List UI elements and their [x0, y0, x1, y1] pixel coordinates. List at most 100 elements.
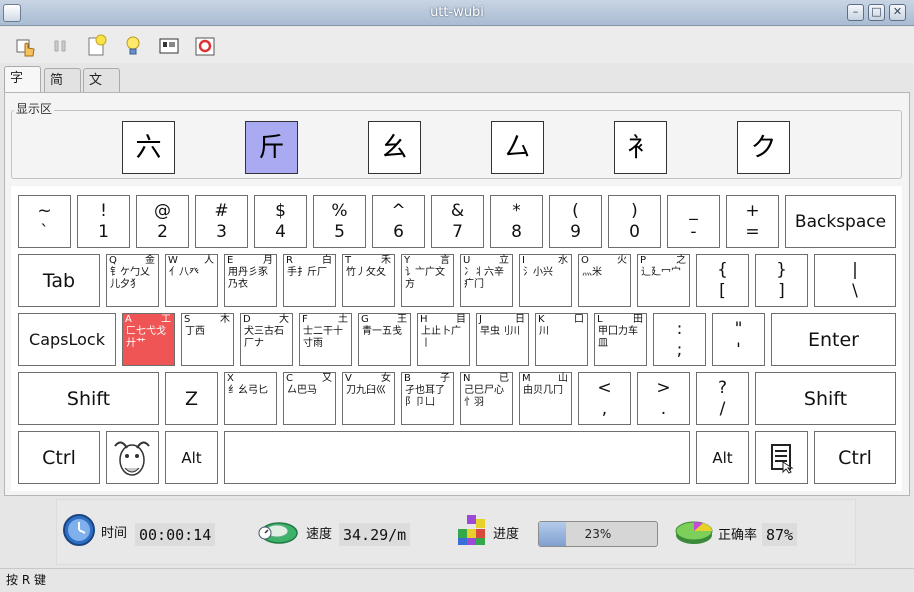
key-s[interactable]: S 木丁西 — [181, 313, 234, 366]
key-symbol: ` — [40, 221, 49, 242]
key-slash[interactable]: ? / — [696, 372, 749, 425]
key-b[interactable]: B 子孑也耳了阝卩凵 — [401, 372, 454, 425]
key-backslash[interactable]: | \ — [814, 254, 896, 307]
key-d[interactable]: D 大犬三古石厂ナ — [240, 313, 293, 366]
key-2[interactable]: @2 — [136, 195, 189, 248]
key-glyphs: 川 — [539, 326, 549, 337]
key-glyphs: 早虫刂川 — [480, 326, 520, 337]
key-enter[interactable]: Enter — [771, 313, 896, 366]
key-y[interactable]: Y 言讠亠广文方 — [401, 254, 454, 307]
minimize-button[interactable]: – — [847, 4, 864, 21]
key-h[interactable]: H 目上止卜广丨 — [417, 313, 470, 366]
key-ctrl-right[interactable]: Ctrl — [814, 431, 896, 484]
pause-icon[interactable] — [47, 33, 71, 57]
key-equals[interactable]: + = — [726, 195, 779, 248]
key-shift-symbol: ) — [631, 200, 638, 221]
key-0[interactable]: ) 0 — [608, 195, 661, 248]
key-super-gnu-icon[interactable] — [106, 431, 159, 484]
key-o[interactable]: O 火灬米 — [578, 254, 631, 307]
new-document-icon[interactable] — [84, 33, 108, 57]
lightbulb-icon[interactable] — [120, 33, 144, 57]
tab-articles[interactable]: 文章 — [83, 68, 120, 112]
key-z[interactable]: Z — [165, 372, 218, 425]
key-l[interactable]: L 田甲囗力车皿 — [594, 313, 647, 366]
key-shift-right[interactable]: Shift — [755, 372, 896, 425]
key-period[interactable]: >. — [637, 372, 690, 425]
key-5[interactable]: % 5 — [313, 195, 366, 248]
key-tab[interactable]: Tab — [18, 254, 100, 307]
hand-pointer-icon[interactable] — [13, 33, 37, 57]
key-3[interactable]: #3 — [195, 195, 248, 248]
key-g[interactable]: G 王青一五戋 — [358, 313, 411, 366]
maximize-button[interactable]: □ — [868, 4, 885, 21]
key-f[interactable]: F 土士二干十寸雨 — [299, 313, 352, 366]
key-radical: 山 — [558, 373, 568, 384]
key-symbol: ; — [676, 339, 683, 360]
key-minus[interactable]: _ - — [667, 195, 720, 248]
tab-shortcodes[interactable]: 简码 — [44, 68, 81, 112]
key-alt-left[interactable]: Alt — [165, 431, 218, 484]
key-quote[interactable]: " ' — [712, 313, 765, 366]
keyboard-settings-icon[interactable] — [156, 33, 180, 57]
key-space[interactable] — [224, 431, 690, 484]
key-glyphs: 青一五戋 — [362, 326, 402, 337]
tab-roots[interactable]: 字根 — [4, 66, 41, 110]
key-e[interactable]: E 月用丹彡豕乃衣 — [224, 254, 277, 307]
key-symbol: 6 — [393, 221, 404, 242]
key-8[interactable]: * 8 — [490, 195, 543, 248]
key-9[interactable]: (9 — [549, 195, 602, 248]
help-lifebuoy-icon[interactable] — [192, 33, 216, 57]
key-menu[interactable] — [755, 431, 808, 484]
key-j[interactable]: J 日早虫刂川 — [476, 313, 529, 366]
key-alt-right[interactable]: Alt — [696, 431, 749, 484]
key-radical: 又 — [322, 373, 332, 384]
key-6[interactable]: ^ 6 — [372, 195, 425, 248]
key-semicolon[interactable]: :; — [653, 313, 706, 366]
key-symbol: 4 — [275, 221, 286, 242]
key-1[interactable]: ! 1 — [77, 195, 130, 248]
progress-bar: 23% — [538, 521, 658, 547]
speed-turtle-icon — [257, 513, 301, 547]
key-right-bracket[interactable]: }] — [755, 254, 808, 307]
key-7[interactable]: & 7 — [431, 195, 484, 248]
key-symbol: ] — [778, 280, 785, 301]
key-w[interactable]: W 人亻八癶 — [165, 254, 218, 307]
key-4[interactable]: $4 — [254, 195, 307, 248]
key-r[interactable]: R 白手扌斤厂 — [283, 254, 336, 307]
key-backspace[interactable]: Backspace — [785, 195, 896, 248]
key-radical: 木 — [220, 314, 230, 325]
key-letter: F — [302, 314, 308, 325]
key-glyphs: 由贝几冂 — [523, 385, 563, 396]
key-comma[interactable]: <, — [578, 372, 631, 425]
close-button[interactable]: ✕ — [889, 4, 906, 21]
key-glyphs: 竹丿攵夂 — [346, 267, 386, 278]
key-c[interactable]: C 又厶巴马 — [283, 372, 336, 425]
gnu-logo-icon — [114, 441, 150, 476]
key-k[interactable]: K 口川 — [535, 313, 588, 366]
status-bar: 按 R 键 — [0, 568, 914, 592]
key-letter: W — [168, 255, 178, 266]
key-capslock[interactable]: CapsLock — [18, 313, 116, 366]
menu-key-icon — [771, 444, 794, 474]
speed-value: 34.29/m — [338, 522, 412, 547]
root-box: 幺 — [368, 121, 421, 174]
key-letter: T — [345, 255, 352, 266]
key-m[interactable]: M 山由贝几冂 — [519, 372, 572, 425]
key-i[interactable]: I 水氵小兴 — [519, 254, 572, 307]
key-ctrl-left[interactable]: Ctrl — [18, 431, 100, 484]
key-x[interactable]: X 纟幺弓匕 — [224, 372, 277, 425]
key-a-highlighted[interactable]: A 工匚七弋戈廾艹 — [122, 313, 175, 366]
key-v[interactable]: V 女刀九臼巛 — [342, 372, 395, 425]
key-backtick[interactable]: ~ ` — [18, 195, 71, 248]
key-shift-left[interactable]: Shift — [18, 372, 159, 425]
key-p[interactable]: P 之辶廴冖宀 — [637, 254, 690, 307]
key-q[interactable]: Q 金钅ケ勹乂儿夕犭 — [106, 254, 159, 307]
key-letter: P — [640, 255, 647, 266]
key-radical: 火 — [617, 255, 627, 266]
key-n[interactable]: N 已己巳尸心忄羽 — [460, 372, 513, 425]
key-u[interactable]: U 立冫丬六辛疒门 — [460, 254, 513, 307]
key-left-bracket[interactable]: {[ — [696, 254, 749, 307]
key-t[interactable]: T 禾竹丿攵夂 — [342, 254, 395, 307]
key-symbol: 2 — [157, 221, 168, 242]
key-shift-symbol: @ — [154, 200, 171, 221]
